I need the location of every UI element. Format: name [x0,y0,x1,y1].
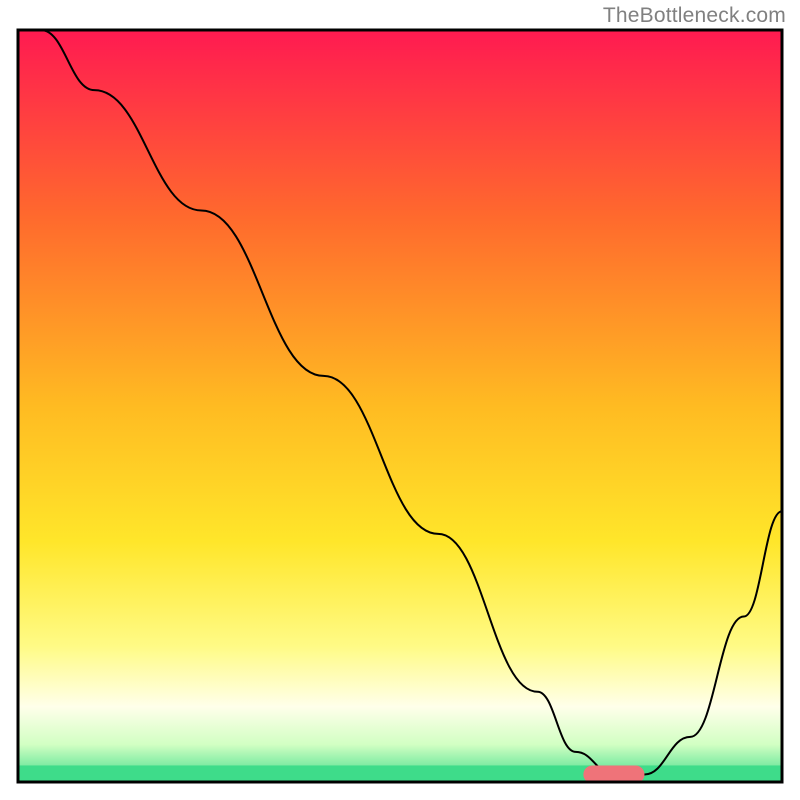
chart-container: TheBottleneck.com [0,0,800,800]
bottom-band [18,765,782,782]
chart-svg [0,0,800,800]
watermark-text: TheBottleneck.com [603,4,786,28]
plot-area [18,30,782,784]
background-gradient [18,30,782,782]
